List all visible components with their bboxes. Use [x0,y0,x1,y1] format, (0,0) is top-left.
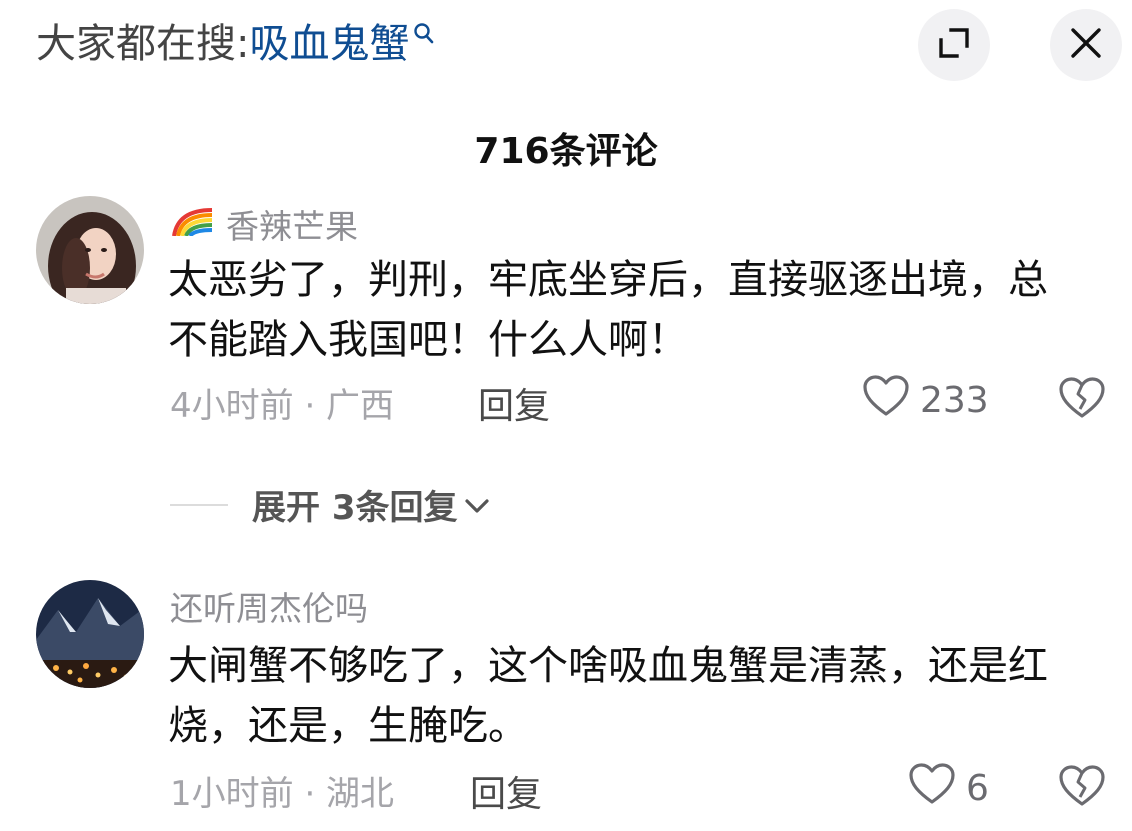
like-count: 233 [920,380,989,421]
close-icon [1070,27,1102,63]
comment-meta: 1小时前 · 湖北 [170,774,395,814]
heart-icon [908,762,956,815]
expand-button[interactable] [918,9,990,81]
divider [170,503,228,506]
search-icon[interactable] [413,7,435,59]
broken-heart-icon [1058,377,1106,424]
comment-username-text: 香辣芒果 [226,207,358,246]
reply-button[interactable]: 回复 [478,377,550,429]
expand-replies-label: 展开 3条回复 [252,488,458,528]
comment-meta: 4小时前 · 广西 [170,386,395,426]
dislike-button[interactable] [1058,764,1106,812]
avatar[interactable] [36,196,144,304]
like-button[interactable]: 233 [862,374,989,427]
close-button[interactable] [1050,9,1122,81]
comment-text: 太恶劣了，判刑，牢底坐穿后，直接驱逐出境，总不能踏入我国吧！什么人啊！ [168,257,1048,363]
expand-replies-button[interactable]: 展开 3条回复 [170,480,490,529]
broken-heart-icon [1058,765,1106,812]
like-button[interactable]: 6 [908,762,989,815]
like-count: 6 [966,768,989,809]
comment-username-text: 还听周杰伦吗 [170,589,368,628]
expand-icon [937,26,971,64]
comment-username[interactable]: 香辣芒果 [170,200,358,248]
comment-username[interactable]: 还听周杰伦吗 [170,582,368,630]
search-suggestion-prefix: 大家都在搜: [36,21,250,67]
chevron-down-icon [464,485,490,525]
search-suggestion[interactable]: 大家都在搜: 吸血鬼蟹 [36,18,435,70]
rainbow-icon [170,205,216,244]
comment-text: 大闸蟹不够吃了，这个啥吸血鬼蟹是清蒸，还是红烧，还是，生腌吃。 [168,643,1048,749]
dislike-button[interactable] [1058,376,1106,424]
comment-count-title: 716条评论 [474,131,658,172]
search-suggestion-keyword[interactable]: 吸血鬼蟹 [249,18,409,70]
comment-panel: 大家都在搜: 吸血鬼蟹 716条评论 香辣芒果 太恶劣了，判刑，牢底坐穿后，直接… [0,0,1132,831]
reply-button[interactable]: 回复 [470,765,542,817]
avatar[interactable] [36,580,144,688]
heart-icon [862,374,910,427]
